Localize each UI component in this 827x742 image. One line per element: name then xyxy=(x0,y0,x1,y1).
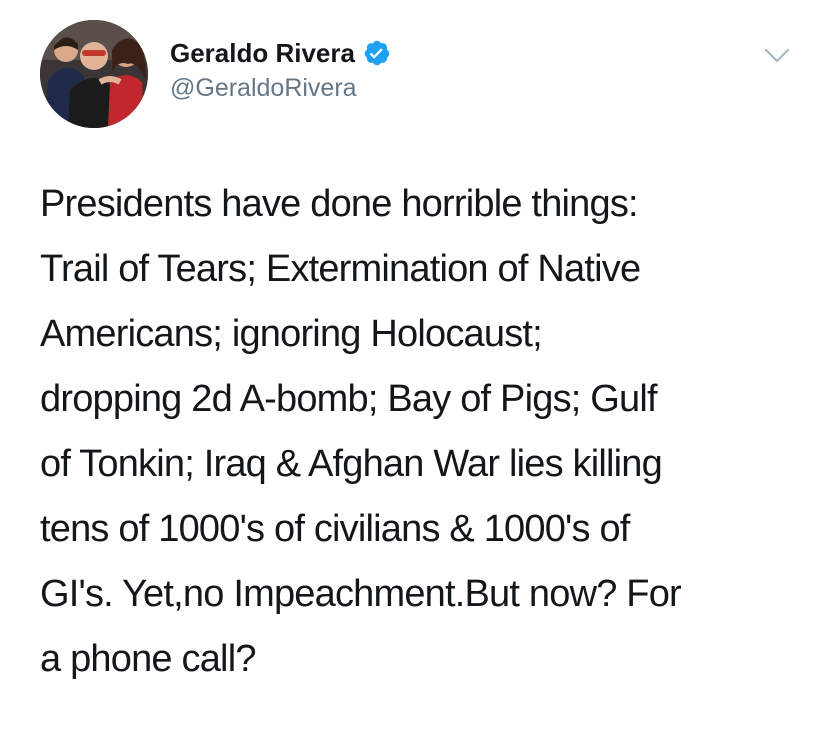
profile-photo-icon xyxy=(40,20,148,128)
tweet-text-line: a phone call? xyxy=(40,638,256,680)
tweet-text-line: of Tonkin; Iraq & Afghan War lies killin… xyxy=(40,443,663,485)
tweet-card: Geraldo Rivera @GeraldoRivera Presidents… xyxy=(0,0,827,742)
tweet-text: Presidents have done horrible things: Tr… xyxy=(40,172,800,692)
tweet-text-line: GI's. Yet,no Impeachment.But now? For xyxy=(40,573,682,615)
tweet-text-line: Trail of Tears; Extermination of Native xyxy=(40,248,641,290)
chevron-down-icon[interactable] xyxy=(760,42,794,68)
author-name-row: Geraldo Rivera xyxy=(170,36,391,70)
tweet-text-line: Presidents have done horrible things: xyxy=(40,183,639,225)
avatar[interactable] xyxy=(40,20,148,128)
tweet-text-line: Americans; ignoring Holocaust; xyxy=(40,313,543,355)
display-name[interactable]: Geraldo Rivera xyxy=(170,38,355,69)
tweet-text-line: tens of 1000's of civilians & 1000's of xyxy=(40,508,630,550)
verified-badge-icon xyxy=(363,39,391,67)
tweet-text-line: dropping 2d A-bomb; Bay of Pigs; Gulf xyxy=(40,378,658,420)
handle[interactable]: @GeraldoRivera xyxy=(170,74,357,103)
